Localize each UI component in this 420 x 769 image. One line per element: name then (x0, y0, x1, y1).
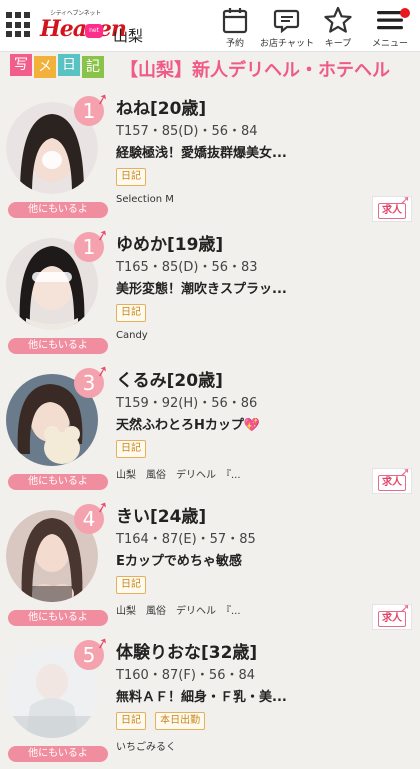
list-item[interactable]: 1 ➚ 他にもいるよ ゆめか[19歳] T165・85(D)・56・83 美形変… (0, 220, 420, 356)
girl-name[interactable]: ゆめか[19歳] (116, 230, 223, 255)
calendar-icon (222, 8, 248, 34)
menu-label: メニュー (371, 39, 408, 49)
tag-list: 日記 (116, 304, 150, 322)
recruit-button[interactable]: 求人 ➚ (372, 601, 412, 630)
notification-dot (400, 8, 410, 18)
keep-button[interactable]: キープ (310, 4, 366, 50)
girl-name[interactable]: くるみ[20歳] (116, 366, 223, 391)
recruit-arrow-icon: ➚ (399, 193, 410, 207)
more-girls-button[interactable]: 他にもいるよ (8, 610, 108, 626)
tag-list: 日記 本日出勤 (116, 712, 209, 730)
section-title: 【山梨】新人デリヘル・ホテヘル (120, 60, 390, 81)
girl-stats: T157・85(D)・56・84 (116, 124, 258, 139)
girl-name[interactable]: きい[24歳] (116, 502, 206, 527)
tag-list: 日記 (116, 168, 150, 186)
stamp-3: 日 (58, 54, 80, 76)
more-girls-button[interactable]: 他にもいるよ (8, 338, 108, 354)
shop-name[interactable]: 山梨 風俗 デリヘル 『... (116, 602, 241, 617)
star-icon (324, 6, 352, 33)
more-girls-button[interactable]: 他にもいるよ (8, 746, 108, 762)
catch-copy: 天然ふわとろHカップ💖 (116, 414, 260, 433)
diary-tag[interactable]: 日記 (116, 576, 146, 594)
recruit-button[interactable]: 求人 ➚ (372, 465, 412, 494)
tag-list: 日記 (116, 576, 150, 594)
list-item[interactable]: 3 ➚ 他にもいるよ くるみ[20歳] T159・92(H)・56・86 天然ふ… (0, 356, 420, 494)
tag-list: 日記 (116, 440, 150, 458)
girl-stats: T164・87(E)・57・85 (116, 532, 256, 547)
area-name[interactable]: 山梨 (113, 25, 143, 46)
catch-copy: Eカップでめちゃ敏感 (116, 554, 242, 569)
stamp-2: メ (34, 56, 56, 78)
menu-button[interactable]: メニュー (362, 4, 418, 50)
more-girls-button[interactable]: 他にもいるよ (8, 474, 108, 490)
recruit-arrow-icon: ➚ (399, 465, 410, 479)
shop-name[interactable]: Candy (116, 330, 148, 341)
diary-tag[interactable]: 日記 (116, 304, 146, 322)
city-heaven-logo[interactable]: シティヘブンネット Heaven net (38, 8, 127, 42)
stamp-4: 記 (82, 56, 104, 78)
section-banner: 写 メ 日 記 【山梨】新人デリヘル・ホテヘル (10, 54, 412, 81)
girl-stats: T160・87(F)・56・84 (116, 668, 256, 683)
catch-copy: 無料ＡＦ！細身・Ｆ乳・美... (116, 690, 287, 705)
list-item[interactable]: 4 ➚ 他にもいるよ きい[24歳] T164・87(E)・57・85 Eカップ… (0, 492, 420, 630)
keep-label: キープ (324, 39, 352, 49)
diary-tag[interactable]: 日記 (116, 712, 146, 730)
catch-copy: 経験極浅！愛嬌抜群爆美女... (116, 146, 287, 161)
shop-chat-label: お店チャット (260, 39, 314, 49)
catch-copy: 美形変態！潮吹きスプラッ... (116, 282, 287, 297)
list-item[interactable]: 1 ➚ 他にもいるよ ねね[20歳] T157・85(D)・56・84 経験極浅… (0, 84, 420, 222)
grid-menu-icon[interactable] (6, 12, 32, 38)
heart-emoji-icon: 💖 (243, 418, 261, 433)
girl-name[interactable]: ねね[20歳] (116, 94, 206, 119)
reserve-label: 予約 (225, 39, 244, 49)
photo-diary-logo[interactable]: 写 メ 日 記 (10, 54, 106, 80)
reserve-button[interactable]: 予約 (207, 4, 263, 50)
recruit-button[interactable]: 求人 ➚ (372, 193, 412, 222)
app-header: シティヘブンネット Heaven net 山梨 予約 お店チャット キープ メニ… (0, 0, 420, 52)
shop-name[interactable]: Selection M (116, 194, 174, 205)
today-work-tag[interactable]: 本日出勤 (155, 712, 206, 730)
shop-name[interactable]: 山梨 風俗 デリヘル 『... (116, 466, 241, 481)
girl-stats: T159・92(H)・56・86 (116, 396, 258, 411)
shop-name[interactable]: いちごみるく (116, 738, 176, 753)
stamp-1: 写 (10, 54, 32, 76)
diary-tag[interactable]: 日記 (116, 440, 146, 458)
shop-chat-button[interactable]: お店チャット (259, 4, 315, 50)
girl-stats: T165・85(D)・56・83 (116, 260, 258, 275)
chat-icon (273, 9, 300, 34)
recruit-arrow-icon: ➚ (399, 601, 410, 615)
diary-tag[interactable]: 日記 (116, 168, 146, 186)
list-item[interactable]: 5 ➚ 他にもいるよ 体験りおな[32歳] T160・87(F)・56・84 無… (0, 628, 420, 764)
logo-badge: net (85, 24, 103, 38)
girl-name[interactable]: 体験りおな[32歳] (116, 638, 257, 663)
more-girls-button[interactable]: 他にもいるよ (8, 202, 108, 218)
catch-text: 天然ふわとろHカップ (116, 418, 244, 433)
